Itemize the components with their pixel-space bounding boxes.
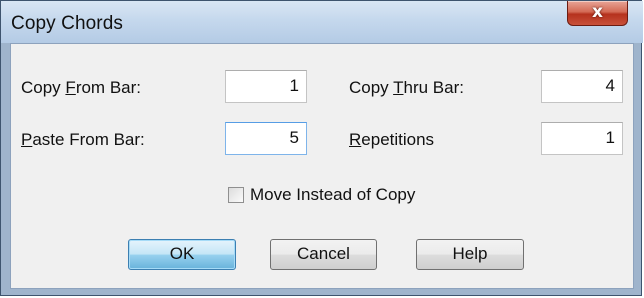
copy-from-bar-label-mnemonic: F <box>65 78 76 97</box>
repetitions-label-post: epetitions <box>361 130 435 149</box>
copy-from-bar-label-post: rom Bar: <box>75 78 141 97</box>
move-instead-of-copy-checkbox[interactable] <box>228 187 244 203</box>
ok-button[interactable]: OK <box>128 239 236 270</box>
title-bar[interactable]: Copy Chords x <box>1 1 643 43</box>
copy-from-bar-input[interactable]: 1 <box>225 70 307 103</box>
repetitions-label-mnemonic: R <box>349 130 362 149</box>
repetitions-label: Repetitions <box>349 129 434 151</box>
close-button[interactable]: x <box>567 1 628 26</box>
help-button[interactable]: Help <box>416 239 524 270</box>
copy-from-bar-label-pre: Copy <box>21 78 66 97</box>
dialog-title: Copy Chords <box>11 13 123 34</box>
copy-thru-bar-input[interactable]: 4 <box>541 70 623 103</box>
close-icon: x <box>592 2 603 22</box>
copy-chords-dialog: Copy Chords x Copy From Bar: 1 Copy Thru… <box>0 0 643 296</box>
paste-from-bar-input[interactable]: 5 <box>225 122 307 155</box>
dialog-body: Copy From Bar: 1 Copy Thru Bar: 4 Paste … <box>10 43 634 289</box>
repetitions-input[interactable]: 1 <box>541 122 623 155</box>
cancel-button[interactable]: Cancel <box>270 239 377 270</box>
copy-thru-bar-label-post: hru Bar: <box>403 78 464 97</box>
copy-thru-bar-label-pre: Copy <box>349 78 394 97</box>
paste-from-bar-label: Paste From Bar: <box>21 129 145 151</box>
copy-from-bar-label: Copy From Bar: <box>21 77 141 99</box>
move-instead-of-copy-label[interactable]: Move Instead of Copy <box>250 184 415 206</box>
paste-from-bar-label-post: aste From Bar: <box>32 130 145 149</box>
paste-from-bar-label-mnemonic: P <box>21 130 33 149</box>
copy-thru-bar-label: Copy Thru Bar: <box>349 77 464 99</box>
copy-thru-bar-label-mnemonic: T <box>393 78 404 97</box>
